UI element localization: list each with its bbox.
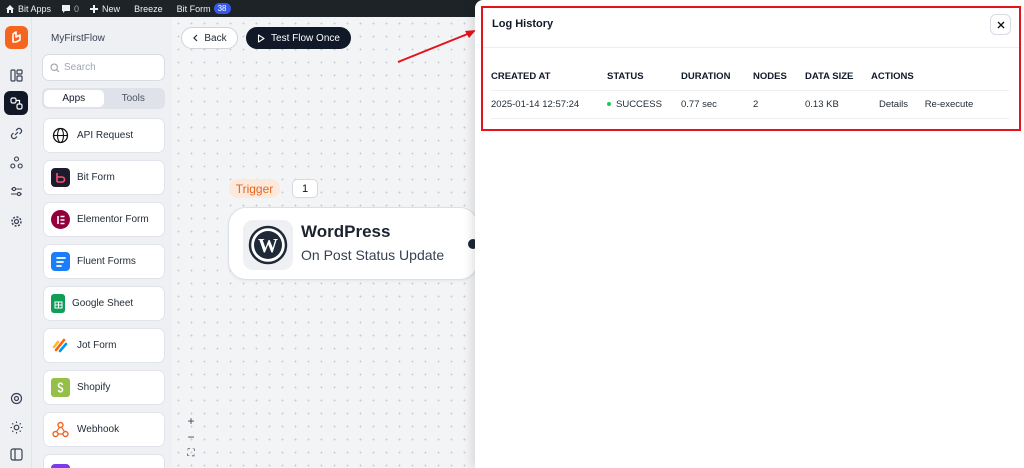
app-item-label: Jot Form: [77, 340, 117, 351]
fit-view-button[interactable]: ⛶: [181, 446, 201, 461]
support-icon[interactable]: [4, 386, 28, 410]
search-box: [42, 54, 165, 81]
zoom-in-button[interactable]: +: [181, 413, 201, 428]
apps-tools-toggle: Apps Tools: [42, 88, 165, 109]
plus-icon: [90, 4, 99, 13]
test-flow-label: Test Flow Once: [271, 32, 340, 44]
zoom-out-button[interactable]: −: [181, 430, 201, 445]
wordpress-icon: W: [243, 220, 293, 270]
tab-apps[interactable]: Apps: [44, 90, 104, 107]
admin-bar-new[interactable]: New: [84, 0, 125, 17]
app-item-label: Webhook: [77, 424, 120, 435]
trigger-node[interactable]: W WordPress On Post Status Update: [228, 207, 478, 280]
app-item-label: Bit Form: [77, 172, 115, 183]
collapse-sidebar-icon[interactable]: [4, 442, 28, 466]
search-icon: [50, 62, 60, 72]
bitform-badge: 38: [213, 3, 231, 14]
elementor-icon: [51, 210, 70, 229]
icon-rail: [0, 17, 32, 468]
breeze-label: Breeze: [134, 3, 163, 14]
bit-form-icon: [51, 168, 70, 187]
app-item-label: API Request: [77, 130, 134, 141]
app-list-panel: MyFirstFlow Apps Tools API Request Bit F…: [32, 17, 172, 468]
log-history-drawer: Log History CREATED AT STATUS DURATION N…: [475, 0, 1024, 468]
svg-text:W: W: [258, 235, 278, 257]
play-icon: [257, 33, 265, 43]
admin-bar-bitform[interactable]: Bit Form 38: [168, 0, 236, 17]
annotation-highlight-box: [481, 6, 1021, 131]
bitform-label: Bit Form: [176, 3, 211, 14]
back-label: Back: [204, 32, 227, 44]
gear-icon[interactable]: [4, 209, 28, 233]
app-item-jot-form[interactable]: Jot Form: [43, 328, 165, 363]
app-item-label: Shopify: [77, 382, 111, 393]
app-item-shopify[interactable]: Shopify: [43, 370, 165, 405]
admin-bar-site[interactable]: Bit Apps: [0, 0, 56, 17]
app-item-label: Elementor Form: [77, 214, 149, 225]
node-title: WordPress: [301, 222, 391, 241]
shopify-icon: [51, 378, 70, 397]
new-label: New: [102, 3, 121, 14]
flow-name: MyFirstFlow: [51, 33, 105, 44]
search-input[interactable]: [64, 62, 154, 73]
comment-icon: [62, 4, 71, 13]
app-item-label: Google Sheet: [72, 298, 134, 309]
app-item-webhook[interactable]: Webhook: [43, 412, 165, 447]
tab-tools[interactable]: Tools: [104, 90, 164, 107]
google-sheet-icon: [51, 294, 65, 313]
admin-bar-comments[interactable]: 0: [56, 0, 84, 17]
flows-icon[interactable]: [4, 91, 28, 115]
app-item-label: Fluent Forms: [77, 256, 136, 267]
chevron-left-icon: [193, 34, 198, 42]
app-item-api-request[interactable]: API Request: [43, 118, 165, 153]
home-icon: [6, 4, 14, 13]
zoom-controls: + − ⛶: [181, 413, 201, 461]
app-item-fluent-forms[interactable]: Fluent Forms: [43, 244, 165, 279]
node-subtitle: On Post Status Update: [301, 247, 445, 263]
dashboard-icon[interactable]: [4, 63, 28, 87]
theme-toggle-icon[interactable]: [4, 415, 28, 439]
link-icon[interactable]: [4, 121, 28, 145]
trigger-label: Trigger: [229, 179, 280, 198]
webhook-icon: [51, 420, 70, 439]
back-button[interactable]: Back: [181, 27, 238, 49]
settings-sliders-icon[interactable]: [4, 179, 28, 203]
app-partial-icon: [51, 464, 70, 468]
trigger-count: 1: [292, 179, 318, 198]
jotform-icon: [51, 336, 70, 355]
webhook-rail-icon[interactable]: [4, 150, 28, 174]
app-item-partial[interactable]: [43, 454, 165, 468]
fluent-forms-icon: [51, 252, 70, 271]
admin-bar-breeze[interactable]: Breeze: [125, 0, 168, 17]
site-name: Bit Apps: [18, 3, 52, 14]
globe-icon: [51, 126, 70, 145]
bit-flows-logo-icon[interactable]: [5, 26, 28, 49]
comments-count: 0: [74, 3, 80, 14]
app-item-google-sheet[interactable]: Google Sheet: [43, 286, 165, 321]
app-item-bit-form[interactable]: Bit Form: [43, 160, 165, 195]
app-item-elementor-form[interactable]: Elementor Form: [43, 202, 165, 237]
test-flow-button[interactable]: Test Flow Once: [246, 27, 351, 49]
